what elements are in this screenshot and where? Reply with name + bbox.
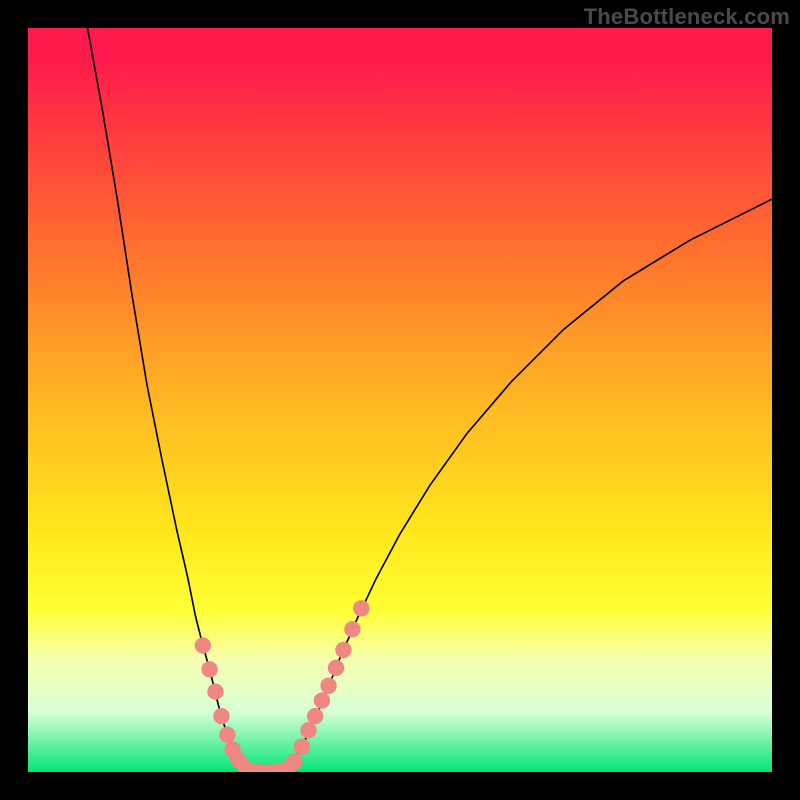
highlight-dot [344, 621, 360, 637]
highlight-dot [328, 660, 344, 676]
plot-frame [28, 28, 772, 772]
highlight-dot [286, 753, 302, 769]
highlight-dot [335, 642, 351, 658]
curve-right-branch [288, 199, 772, 768]
highlight-dot [320, 678, 336, 694]
highlight-dot [219, 727, 235, 743]
highlight-dot [207, 683, 223, 699]
curve-left-branch [88, 28, 244, 768]
highlight-dot [213, 708, 229, 724]
highlight-dot [294, 739, 310, 755]
plot-inner [28, 28, 772, 772]
highlight-dot [314, 692, 330, 708]
highlight-dot [307, 708, 323, 724]
highlight-dot [201, 661, 217, 677]
chart-outer: TheBottleneck.com [0, 0, 800, 800]
highlight-dot [300, 722, 316, 738]
highlight-dots-group [195, 600, 370, 772]
highlight-dot [195, 637, 211, 653]
highlight-dot [353, 600, 369, 616]
watermark-text: TheBottleneck.com [584, 4, 790, 30]
curve-layer [28, 28, 772, 772]
